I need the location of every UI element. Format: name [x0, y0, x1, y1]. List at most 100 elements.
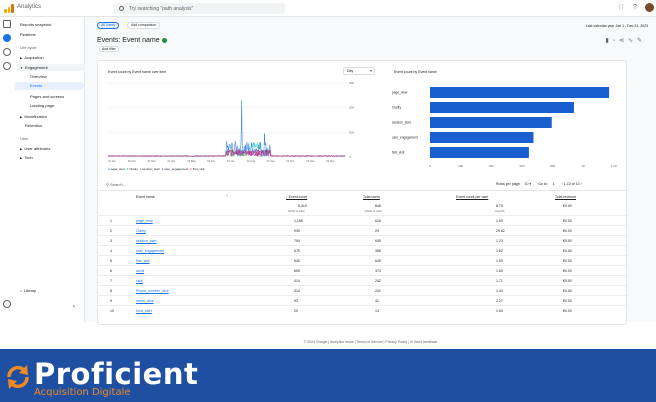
- event-name-link[interactable]: Phone_number_click: [136, 289, 169, 293]
- table-search-input[interactable]: Search...: [110, 182, 126, 187]
- event-name-link[interactable]: session_start: [136, 239, 157, 243]
- total-users-sub: 100% of total: [365, 209, 382, 213]
- advertising-icon[interactable]: [3, 62, 11, 70]
- legend-item[interactable]: ● Clarity: [127, 167, 138, 171]
- table-row[interactable]: 5 first_visit 645 645 1.00 €0.00: [98, 255, 628, 265]
- reports-icon[interactable]: [3, 34, 11, 42]
- event-name-link[interactable]: user_engagement: [136, 249, 164, 253]
- col-total-users[interactable]: Total users: [363, 195, 380, 199]
- total-users: 846: [375, 204, 381, 208]
- legend-item[interactable]: ● first_visit: [190, 167, 204, 171]
- sidebar-item-realtime[interactable]: Realtime: [20, 32, 36, 37]
- sidebar-item-monetization[interactable]: ▶ Monetization: [20, 114, 47, 119]
- table-row[interactable]: 6 scroll 605 374 1.60 €0.00: [98, 265, 628, 275]
- bar[interactable]: [430, 87, 610, 98]
- event-count-cell: 93: [294, 299, 298, 303]
- apps-grid-icon[interactable]: ∷: [617, 4, 625, 12]
- sidebar-item-events[interactable]: Events: [15, 82, 84, 90]
- sidebar-item-landing-page[interactable]: Landing page: [30, 103, 54, 108]
- col-total-revenue[interactable]: Total revenue: [555, 195, 576, 199]
- sidebar-item-acquisition[interactable]: ▶ Acquisition: [20, 55, 44, 60]
- bar[interactable]: [430, 147, 529, 158]
- avatar[interactable]: [645, 3, 654, 12]
- legend-item[interactable]: ● user_engagement: [162, 167, 189, 171]
- table-row[interactable]: 9 menu_click 93 41 2.27 €0.00: [98, 295, 628, 305]
- insights-icon[interactable]: ∿: [628, 38, 637, 44]
- total-event-count: 5,419: [298, 204, 307, 208]
- settings-icon[interactable]: [3, 300, 11, 308]
- table-row[interactable]: 1 page_view 1,168 616 1.90 €0.00: [98, 215, 628, 225]
- sidebar-item-tech[interactable]: ▶ Tech: [20, 155, 33, 160]
- total-users-cell: 374: [375, 269, 381, 273]
- explore-icon[interactable]: [3, 48, 11, 56]
- table-row[interactable]: 7 click 414 242 1.71 €0.00: [98, 275, 628, 285]
- event-count-cell: 645: [294, 259, 300, 263]
- home-icon[interactable]: [3, 20, 11, 28]
- event-name-link[interactable]: first_visit: [136, 259, 150, 263]
- row-index: 9: [110, 299, 112, 303]
- add-column-icon[interactable]: +: [226, 194, 228, 198]
- prev-page-icon[interactable]: ‹: [562, 182, 563, 186]
- y-tick-label: 200: [349, 106, 354, 110]
- rows-per-page-select[interactable]: 10 ▾: [525, 182, 532, 186]
- row-index: 5: [110, 259, 112, 263]
- add-comparison-chip[interactable]: Add comparison: [127, 22, 161, 29]
- sidebar-item-library[interactable]: □ Library: [20, 288, 36, 293]
- sidebar-item-pages-and-screens[interactable]: Pages and screens: [30, 94, 64, 99]
- bar[interactable]: [430, 102, 574, 113]
- total-users-cell: 13: [375, 309, 379, 313]
- legend-item[interactable]: ● page_view: [108, 167, 125, 171]
- table-row[interactable]: 4 user_engagement 675 368 1.82 €0.00: [98, 245, 628, 255]
- col-event-count-label: Event count: [288, 195, 308, 199]
- analytics-logo[interactable]: [4, 4, 14, 13]
- sidebar-section-user[interactable]: User: [20, 136, 28, 141]
- event-name-link[interactable]: scroll: [136, 269, 144, 273]
- total-users-cell: 645: [375, 259, 381, 263]
- bar[interactable]: [430, 117, 552, 128]
- event-name-link[interactable]: Clarity: [136, 229, 146, 233]
- legend-item[interactable]: ● session_start: [140, 167, 160, 171]
- col-event-name[interactable]: Event name: [136, 195, 155, 199]
- share-icon[interactable]: ⊲: [619, 38, 628, 44]
- event-count-cell: 20: [294, 309, 298, 313]
- next-page-icon[interactable]: ›: [581, 182, 582, 186]
- col-event-count-per-user[interactable]: Event count per user: [456, 195, 488, 199]
- sidebar-item-user-attributes[interactable]: ▶ User attributes: [20, 146, 50, 151]
- x-tick-label: 01 Jan: [108, 159, 116, 163]
- bar[interactable]: [430, 132, 534, 143]
- event-name-link[interactable]: form_start: [136, 309, 152, 313]
- event-name-link[interactable]: page_view: [136, 219, 153, 223]
- total-users-cell: 242: [375, 279, 381, 283]
- search-placeholder: Try searching "path analysis": [129, 5, 194, 12]
- chevron-down-icon: ▾: [370, 69, 372, 73]
- sidebar-item-overview[interactable]: Overview: [30, 74, 47, 79]
- table-search[interactable]: ⚲ Search...: [106, 182, 126, 187]
- goto-input[interactable]: 1: [553, 182, 555, 186]
- report-card: Event count by Event name over time Day …: [97, 60, 628, 325]
- all-users-chip[interactable]: All Users: [97, 22, 120, 29]
- table-row[interactable]: 2 Clarity 939 29 29.62 €0.00: [98, 225, 628, 235]
- add-filter-button[interactable]: Add filter: [99, 46, 119, 52]
- line-chart: 300 200 100 0 01 Jan 01 Feb 01 Mar 01 Apr 01 May…: [107, 81, 354, 163]
- search-bar[interactable]: Try searching "path analysis": [113, 3, 285, 14]
- table-row[interactable]: 10 form_start 20 13 1.54 €0.00: [98, 305, 628, 315]
- granularity-dropdown[interactable]: Day ▾: [343, 67, 375, 75]
- date-range[interactable]: Last calendar year Jan 1 - Dec 31, 2023: [586, 24, 648, 28]
- collapse-sidebar-icon[interactable]: ‹: [73, 304, 75, 310]
- event-name-link[interactable]: click: [136, 279, 143, 283]
- compare-icon[interactable]: ▮: [605, 38, 612, 44]
- help-icon[interactable]: ?: [631, 4, 639, 12]
- revenue-cell: €0.00: [563, 299, 572, 303]
- event-name-link[interactable]: menu_click: [136, 299, 154, 303]
- sidebar-item-reports-snapshot[interactable]: Reports snapshot: [20, 22, 51, 27]
- x-tick-label: 1K: [581, 164, 585, 168]
- table-row[interactable]: 3 session_start 794 645 1.23 €0.00: [98, 235, 628, 245]
- table-row[interactable]: 8 Phone_number_click 314 221 1.44 €0.00: [98, 285, 628, 295]
- per-user-cell: 29.62: [496, 229, 505, 233]
- edit-icon[interactable]: ✎: [637, 38, 646, 44]
- col-event-count[interactable]: ↓ Event count: [286, 195, 307, 199]
- title-actions: ▮▫⊲∿✎: [605, 37, 646, 44]
- sidebar-item-engagement[interactable]: ▼ Engagement: [17, 64, 85, 71]
- sidebar-item-retention[interactable]: Retention: [25, 123, 42, 128]
- sidebar-section-life-cycle[interactable]: Life cycle: [20, 45, 37, 50]
